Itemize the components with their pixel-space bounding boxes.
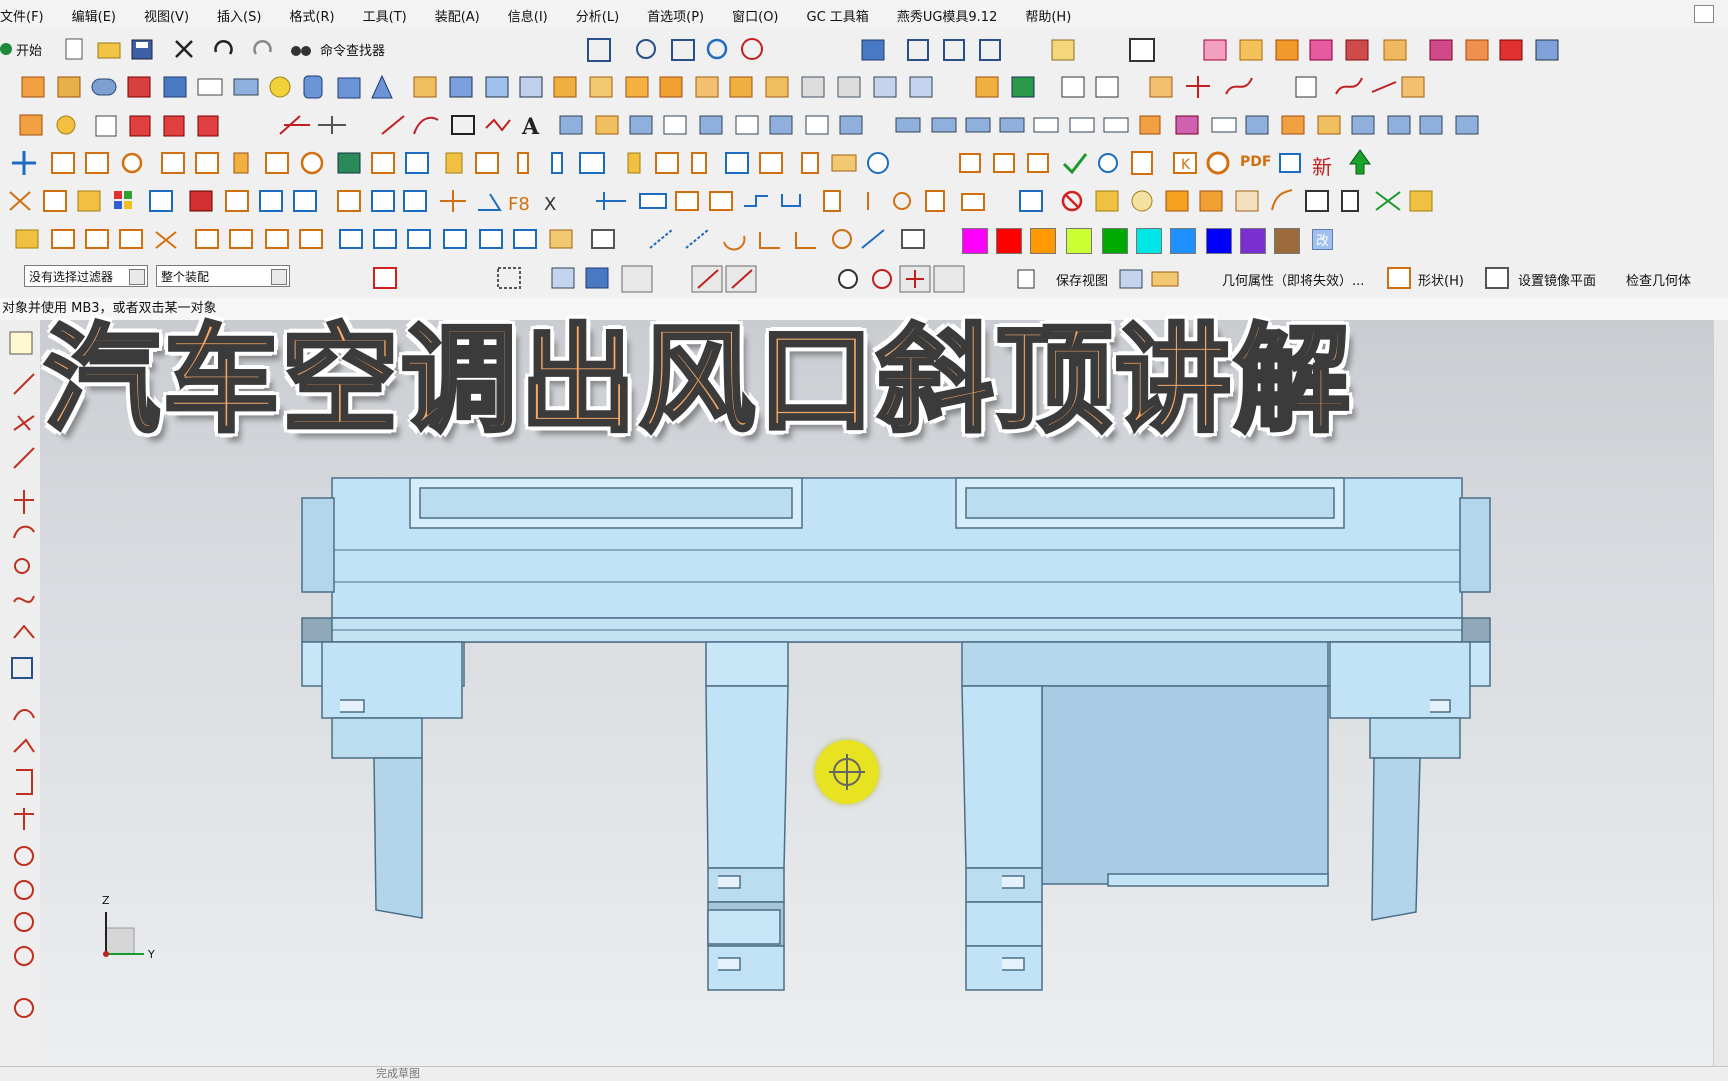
undo-icon[interactable]: [214, 40, 233, 55]
mold-tool-icons[interactable]: [1203, 39, 1559, 61]
cad-model[interactable]: [301, 477, 1491, 991]
standard-toolbar: 开始 命令查找器: [0, 30, 1728, 69]
video-title-overlay: 汽车空调出风口斜顶讲解: [42, 313, 1353, 448]
menu-analysis[interactable]: 分析(L): [562, 6, 633, 25]
feature-toolbar: [0, 68, 1728, 107]
color-swatch-cyan[interactable]: [1136, 228, 1162, 254]
svg-text:A: A: [521, 114, 540, 140]
menu-help[interactable]: 帮助(H): [1011, 6, 1085, 25]
color-swatch-sky[interactable]: [1170, 228, 1196, 254]
color-swatch-lime[interactable]: [1066, 228, 1092, 254]
save-view-button[interactable]: 保存视图: [1056, 270, 1108, 289]
triad-z-label: Z: [102, 894, 110, 907]
new-file-icon[interactable]: [65, 38, 83, 60]
assembly-scope-select[interactable]: 整个装配: [156, 265, 290, 287]
menu-yanxiu-mold[interactable]: 燕秀UG模具9.12: [883, 6, 1012, 25]
color-swatch-purple[interactable]: [1240, 228, 1266, 254]
menu-view[interactable]: 视图(V): [130, 6, 203, 25]
view-cubes-icons[interactable]: [907, 39, 1075, 61]
menu-bar: 文件(F) 编辑(E) 视图(V) 插入(S) 格式(R) 工具(T) 装配(A…: [0, 0, 1728, 31]
selection-bar: 没有选择过滤器 整个装配 保存视图 几何属性（即将失效）... 形状(H) 设置…: [0, 258, 1728, 299]
color-swatch-green[interactable]: [1102, 228, 1128, 254]
change-color-button[interactable]: 改: [1312, 229, 1334, 250]
new-button[interactable]: 新: [1312, 151, 1332, 180]
finish-sketch-button[interactable]: 完成草图: [376, 1067, 420, 1081]
modeling-icons[interactable]: [413, 76, 1425, 98]
edit-toolbar: F8 X: [0, 182, 1728, 221]
color-swatch-magenta[interactable]: [962, 228, 988, 254]
start-button[interactable]: 开始: [16, 40, 42, 59]
color-swatch-blue[interactable]: [1206, 228, 1232, 254]
check-geometry-button[interactable]: 检查几何体: [1626, 270, 1691, 289]
scope-value: 整个装配: [161, 270, 210, 284]
wcs-triad: [103, 912, 144, 957]
cube-blue-icon[interactable]: [861, 39, 885, 61]
right-edge-bar: [1713, 320, 1728, 1066]
window-minimize-button[interactable]: [1694, 5, 1714, 23]
yanxiu-tool-icons[interactable]: K: [959, 149, 1371, 175]
chevron-down-icon: [271, 269, 287, 285]
menu-preferences[interactable]: 首选项(P): [633, 6, 718, 25]
color-swatch-red[interactable]: [996, 228, 1022, 254]
menu-window[interactable]: 窗口(O): [718, 6, 792, 25]
menu-edit[interactable]: 编辑(E): [58, 6, 130, 25]
color-toolbar: 改: [0, 220, 1728, 259]
analysis-icons[interactable]: [1019, 189, 1433, 212]
save-icon[interactable]: [131, 39, 153, 60]
mold-structure-icons[interactable]: [12, 151, 889, 175]
color-swatch-brown[interactable]: [1274, 228, 1300, 254]
feature-icons[interactable]: [21, 74, 393, 99]
start-icon[interactable]: [0, 43, 12, 55]
sketch-sidebar: [0, 320, 41, 1066]
menu-gc-toolbox[interactable]: GC 工具箱: [793, 6, 883, 25]
sidebar-tool-icons[interactable]: [9, 331, 35, 1018]
shading-box-icon[interactable]: [1129, 38, 1155, 62]
surface-icons[interactable]: [559, 115, 1479, 135]
sketch-icons[interactable]: [15, 229, 925, 251]
edit-feature-icons[interactable]: F8 X: [9, 190, 985, 215]
color-swatch-orange[interactable]: [1030, 228, 1056, 254]
pdf-button[interactable]: PDF: [1240, 154, 1271, 170]
type-filter-value: 没有选择过滤器: [29, 270, 114, 284]
svg-text:K: K: [1181, 157, 1191, 173]
svg-text:X: X: [544, 194, 556, 215]
geometry-properties-button[interactable]: 几何属性（即将失效）...: [1222, 270, 1364, 289]
menu-format[interactable]: 格式(R): [275, 6, 348, 25]
command-finder-button[interactable]: 命令查找器: [320, 40, 385, 59]
triad-y-label: Y: [148, 948, 155, 961]
binoculars-icon[interactable]: [291, 46, 311, 56]
type-filter-select[interactable]: 没有选择过滤器: [24, 265, 148, 287]
shape-menu-button[interactable]: 形状(H): [1418, 270, 1464, 289]
menu-tools[interactable]: 工具(T): [349, 6, 421, 25]
svg-text:F8: F8: [508, 194, 530, 215]
crosshair-cursor-icon: [815, 740, 879, 804]
bottom-toolbar: 完成草图: [0, 1066, 1728, 1081]
open-folder-icon[interactable]: [97, 42, 121, 59]
menu-assembly[interactable]: 装配(A): [421, 6, 494, 25]
mold-toolbar: K PDF 新: [0, 144, 1728, 183]
menu-file[interactable]: 文件(F): [0, 6, 58, 25]
delete-x-icon[interactable]: [175, 40, 193, 58]
curve-icons[interactable]: A: [19, 114, 540, 140]
mirror-plane-button[interactable]: 设置镜像平面: [1518, 270, 1596, 289]
menu-insert[interactable]: 插入(S): [203, 6, 275, 25]
zoom-rotate-icons[interactable]: [587, 38, 763, 62]
chevron-down-icon: [129, 269, 145, 285]
redo-icon[interactable]: [253, 40, 272, 55]
menu-info[interactable]: 信息(I): [494, 6, 562, 25]
curve-toolbar: A: [0, 106, 1728, 145]
